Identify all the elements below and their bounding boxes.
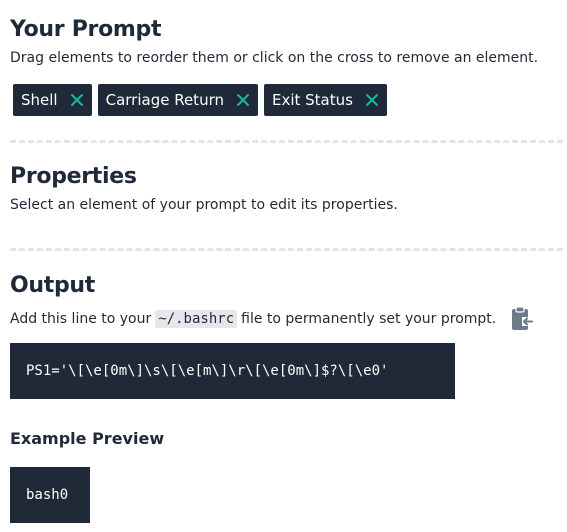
close-icon[interactable] — [236, 93, 250, 107]
prompt-element-carriage-return[interactable]: Carriage Return — [97, 84, 258, 116]
your-prompt-description: Drag elements to reorder them or click o… — [10, 50, 539, 66]
prompt-element-exit-status[interactable]: Exit Status — [263, 84, 387, 116]
output-description: Add this line to your ~/.bashrc file to … — [10, 306, 563, 332]
clipboard-copy-icon[interactable] — [510, 306, 534, 332]
section-divider — [10, 140, 563, 143]
output-description-start: Add this line to your — [10, 311, 152, 327]
section-divider — [10, 248, 563, 251]
properties-description: Select an element of your prompt to edit… — [10, 197, 398, 213]
close-icon[interactable] — [70, 93, 84, 107]
ps1-output-code[interactable]: PS1='\[\e[0m\]\s\[\e[m\]\r\[\e[0m\]$?\[\… — [10, 343, 455, 399]
prompt-elements-list: Shell Carriage Return Exit Status — [13, 84, 557, 116]
prompt-element-label: Carriage Return — [105, 91, 224, 109]
prompt-element-shell[interactable]: Shell — [13, 84, 92, 116]
close-icon[interactable] — [365, 93, 379, 107]
your-prompt-section: Your Prompt Drag elements to reorder the… — [10, 17, 557, 116]
your-prompt-title: Your Prompt — [10, 17, 162, 42]
page: Your Prompt Drag elements to reorder the… — [0, 0, 567, 532]
prompt-element-label: Shell — [21, 91, 58, 109]
prompt-element-label: Exit Status — [271, 91, 353, 109]
example-preview-title: Example Preview — [10, 429, 165, 448]
properties-title: Properties — [10, 164, 137, 189]
output-section: Output Add this line to your ~/.bashrc f… — [10, 273, 563, 332]
properties-section: Properties Select an element of your pro… — [10, 164, 557, 213]
bashrc-path: ~/.bashrc — [155, 310, 238, 328]
output-title: Output — [10, 273, 96, 298]
example-preview-box: bash0 — [10, 467, 90, 523]
output-description-end: file to permanently set your prompt. — [241, 311, 497, 327]
